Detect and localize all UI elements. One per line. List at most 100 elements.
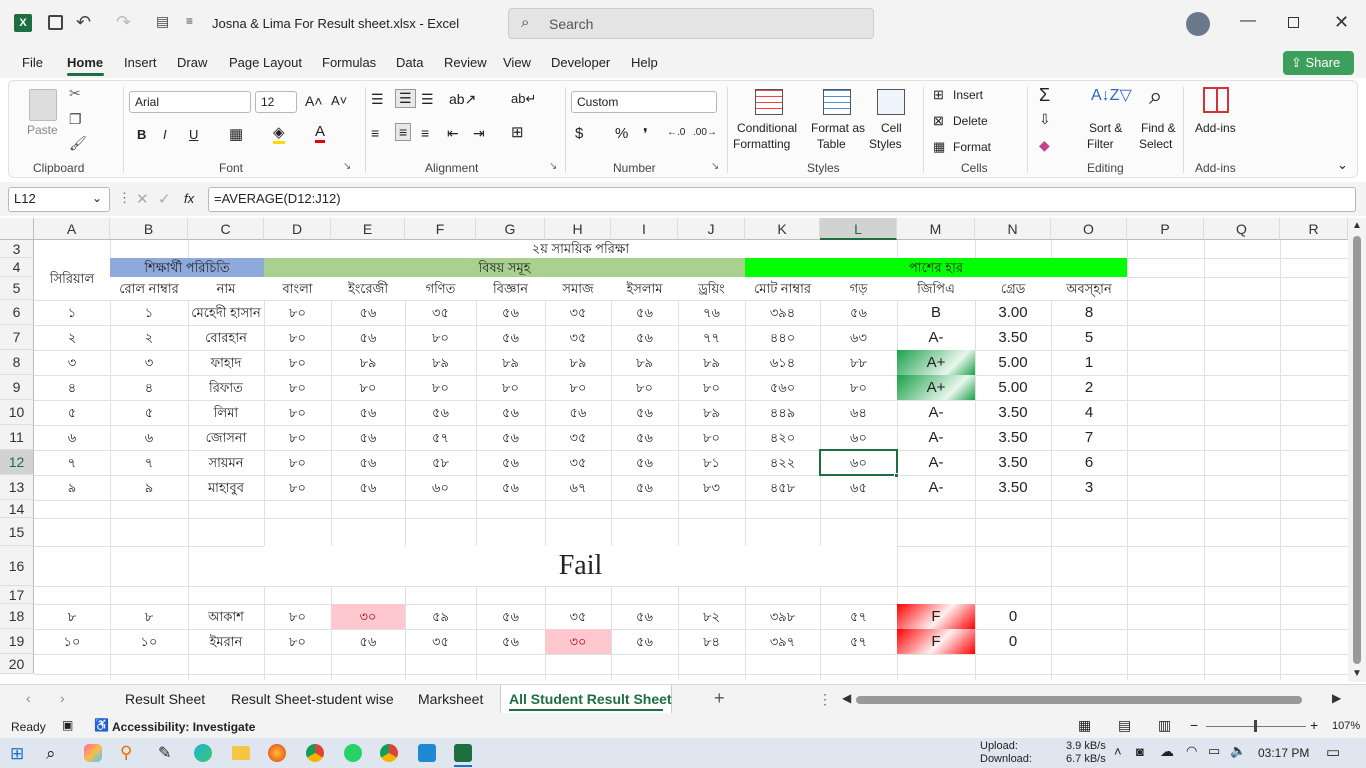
format-as-table-icon[interactable]	[823, 89, 851, 115]
table-cell[interactable]: ৪	[34, 375, 110, 400]
table-cell[interactable]: ইমরান	[188, 629, 264, 654]
edge-icon[interactable]	[194, 744, 212, 762]
student-name-cell[interactable]: লিমা	[188, 400, 264, 425]
table-cell[interactable]: ৮	[34, 604, 110, 629]
table-cell[interactable]: ৩৯৪	[745, 300, 820, 325]
average-cell[interactable]: ৬৪	[820, 400, 897, 425]
grade-cell[interactable]: 3.50	[975, 400, 1051, 425]
font-dialog-launcher-icon[interactable]: ↘	[343, 161, 351, 172]
table-cell[interactable]: ৫৬	[476, 325, 545, 350]
table-cell[interactable]: ৮৯	[476, 350, 545, 375]
table-cell[interactable]: ৫৬	[611, 425, 678, 450]
column-title[interactable]: জিপিএ	[897, 277, 975, 300]
row-header-17[interactable]: 17	[0, 586, 34, 604]
average-cell[interactable]: ৫৬	[820, 300, 897, 325]
table-cell[interactable]: ৫৬	[476, 300, 545, 325]
sort-filter-label[interactable]: Sort &	[1089, 121, 1122, 135]
increase-indent-icon[interactable]: ⇥	[473, 125, 485, 142]
insert-function-icon[interactable]: fx	[184, 191, 194, 206]
column-title[interactable]: মোট নাম্বার	[745, 277, 820, 300]
table-cell[interactable]: ৮১	[678, 450, 745, 475]
excel-taskbar-icon[interactable]	[454, 744, 472, 762]
table-cell[interactable]: ৫৬	[476, 425, 545, 450]
table-cell[interactable]: 0	[975, 604, 1051, 629]
fail-section-title[interactable]: Fail	[264, 546, 897, 586]
table-cell[interactable]: ৫৬	[611, 325, 678, 350]
add-sheet-icon[interactable]: +	[714, 688, 725, 709]
column-header-l[interactable]: L	[820, 218, 897, 240]
decrease-decimal-icon[interactable]: .00→	[693, 127, 717, 138]
gpa-cell[interactable]: A+	[897, 350, 975, 375]
student-name-cell[interactable]: ফাহাদ	[188, 350, 264, 375]
row-header-20[interactable]: 20	[0, 654, 34, 674]
grade-cell[interactable]: 3.00	[975, 300, 1051, 325]
camera-icon[interactable]: ◙	[1136, 744, 1144, 759]
cancel-entry-icon[interactable]: ✕	[136, 190, 149, 208]
table-cell[interactable]: ৮০	[545, 375, 611, 400]
student-name-cell[interactable]: জোসনা	[188, 425, 264, 450]
redo-icon[interactable]: ↷	[116, 12, 131, 33]
increase-font-icon[interactable]: A˄	[305, 93, 323, 109]
pass-rate-header[interactable]: পাশের হার	[745, 258, 1127, 277]
tab-home[interactable]: Home	[67, 55, 103, 70]
sheet-tab-all-student-result-sheet[interactable]: All Student Result Sheet	[509, 691, 672, 707]
sheet-tab-result-sheet[interactable]: Result Sheet	[125, 691, 205, 707]
tab-formulas[interactable]: Formulas	[322, 55, 376, 70]
table-cell[interactable]: ৭৬	[678, 300, 745, 325]
align-middle-icon[interactable]: ☰	[395, 89, 416, 108]
table-cell[interactable]: ৫৬	[405, 400, 476, 425]
table-cell[interactable]: ৩৫	[545, 604, 611, 629]
table-cell[interactable]: ৫৮	[405, 450, 476, 475]
wrap-text-icon[interactable]: ab↵	[511, 91, 536, 107]
column-header-i[interactable]: I	[611, 218, 678, 240]
average-cell[interactable]: ৬৩	[820, 325, 897, 350]
whatsapp-icon[interactable]	[344, 744, 362, 762]
wifi-icon[interactable]: ◠	[1186, 743, 1197, 759]
grade-cell[interactable]: 3.50	[975, 475, 1051, 500]
table-cell[interactable]: ৩	[110, 350, 188, 375]
cell-styles-label[interactable]: Cell	[881, 121, 902, 135]
table-cell[interactable]: ৫৬	[331, 475, 405, 500]
chrome-profile-icon[interactable]	[380, 744, 398, 762]
table-cell[interactable]: ৬০	[405, 475, 476, 500]
table-cell[interactable]: ৮০	[678, 425, 745, 450]
table-cell[interactable]: ৫৬	[611, 400, 678, 425]
column-title[interactable]: অবস্হান	[1051, 277, 1127, 300]
table-cell[interactable]: ৩৫	[545, 325, 611, 350]
table-cell[interactable]: আকাশ	[188, 604, 264, 629]
conditional-formatting-label-2[interactable]: Formatting	[733, 137, 790, 151]
table-cell[interactable]: ৪২২	[745, 450, 820, 475]
align-right-icon[interactable]: ≡	[421, 125, 429, 141]
gpa-cell[interactable]: A+	[897, 375, 975, 400]
table-cell[interactable]: ৭	[110, 450, 188, 475]
table-cell[interactable]: ৮০	[611, 375, 678, 400]
minimize-icon[interactable]: —	[1240, 12, 1256, 30]
copilot-icon[interactable]	[84, 744, 102, 762]
chrome-icon[interactable]	[306, 744, 324, 762]
table-cell[interactable]: ৩০	[545, 629, 611, 654]
italic-button[interactable]: I	[163, 127, 167, 142]
table-cell[interactable]: ৩৫	[405, 300, 476, 325]
addins-button-label[interactable]: Add-ins	[1195, 121, 1236, 135]
table-cell[interactable]: ৪৫৮	[745, 475, 820, 500]
row-header-8[interactable]: 8	[0, 350, 34, 375]
column-header-a[interactable]: A	[34, 218, 110, 240]
column-header-b[interactable]: B	[110, 218, 188, 240]
position-cell[interactable]: 6	[1051, 450, 1127, 475]
student-name-cell[interactable]: বোরহান	[188, 325, 264, 350]
gpa-cell[interactable]: B	[897, 300, 975, 325]
alignment-dialog-launcher-icon[interactable]: ↘	[549, 161, 557, 172]
paste-label[interactable]: Paste	[27, 123, 58, 137]
column-header-m[interactable]: M	[897, 218, 975, 240]
row-header-11[interactable]: 11	[0, 425, 34, 450]
increase-decimal-icon[interactable]: ←.0	[667, 127, 685, 138]
table-cell[interactable]: ৮০	[264, 629, 331, 654]
table-cell[interactable]: ৯	[110, 475, 188, 500]
column-title[interactable]: গ্রেড	[975, 277, 1051, 300]
table-cell[interactable]: ৫৬	[545, 400, 611, 425]
next-sheet-icon[interactable]: ›	[60, 690, 65, 706]
table-cell[interactable]: ৮৯	[331, 350, 405, 375]
row-header-18[interactable]: 18	[0, 604, 34, 629]
row-header-7[interactable]: 7	[0, 325, 34, 350]
gpa-cell[interactable]: A-	[897, 425, 975, 450]
